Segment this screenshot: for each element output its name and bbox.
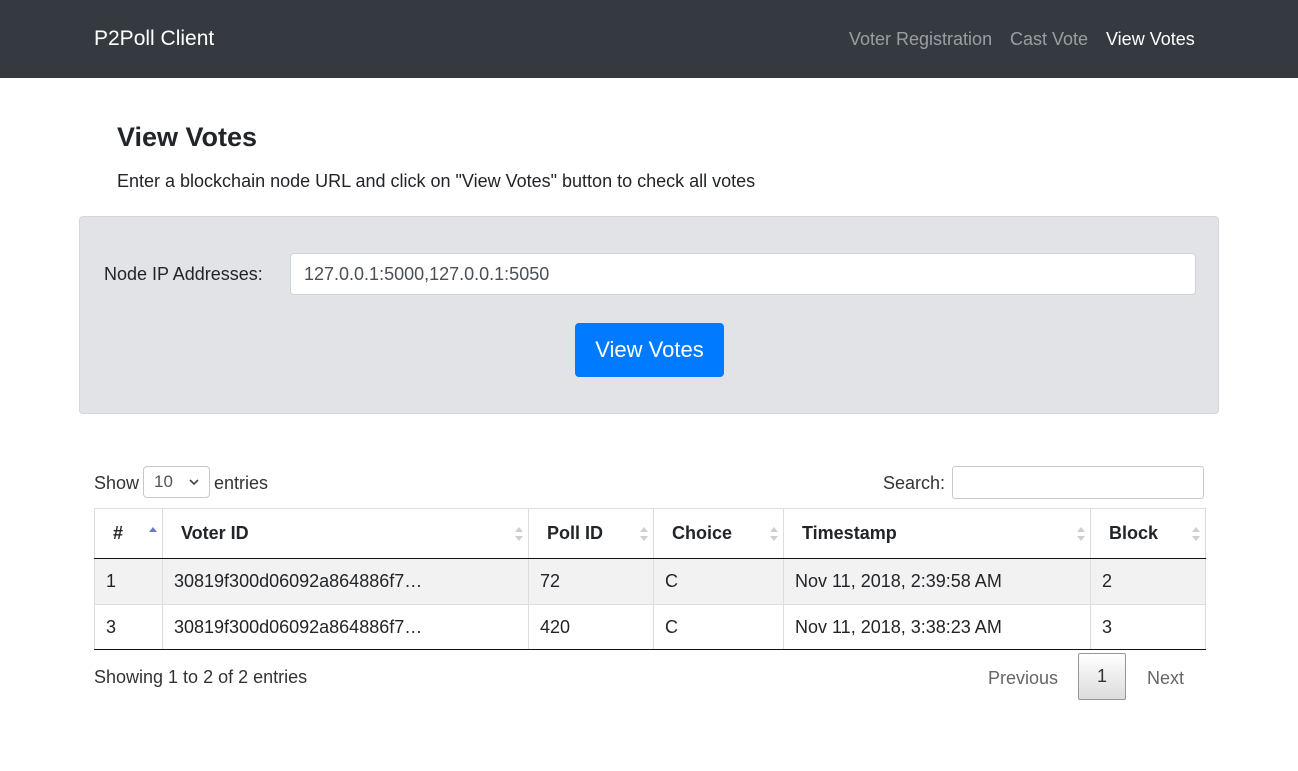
cell-number: 1 [94, 558, 163, 605]
page-intro-text: Enter a blockchain node URL and click on… [117, 171, 756, 191]
page-length-show-label: Show [94, 473, 140, 493]
cell-block: 3 [1090, 604, 1206, 650]
sort-both-icon [1077, 527, 1085, 541]
sort-both-icon [640, 527, 648, 541]
nav-link-view-votes[interactable]: View Votes [1106, 28, 1195, 50]
node-ip-input[interactable] [290, 253, 1196, 295]
cell-choice: C [653, 558, 784, 605]
search-label: Search: [883, 473, 946, 493]
page-length-select[interactable]: 10 [143, 466, 210, 498]
cell-choice: C [653, 604, 784, 650]
view-votes-button[interactable]: View Votes [575, 323, 724, 377]
table-header-row: # Voter ID Poll ID Choice Timestamp Bloc… [94, 508, 1206, 559]
sort-both-icon [770, 527, 778, 541]
pagination-page-1-button[interactable]: 1 [1078, 653, 1126, 700]
table-row: 3 30819f300d06092a864886f7… 420 C Nov 11… [94, 604, 1206, 650]
column-header-label: Voter ID [181, 523, 249, 543]
pagination-next-button[interactable]: Next [1147, 667, 1184, 689]
cell-poll-id: 420 [528, 604, 654, 650]
cell-timestamp: Nov 11, 2018, 3:38:23 AM [783, 604, 1091, 650]
cell-voter-id: 30819f300d06092a864886f7… [162, 604, 529, 650]
nav-link-cast-vote[interactable]: Cast Vote [1010, 28, 1088, 50]
page-title: View Votes [117, 122, 258, 152]
cell-voter-id: 30819f300d06092a864886f7… [162, 558, 529, 605]
search-input[interactable] [952, 466, 1204, 499]
chevron-down-icon [189, 479, 199, 486]
cell-timestamp: Nov 11, 2018, 2:39:58 AM [783, 558, 1091, 605]
nav-link-voter-registration[interactable]: Voter Registration [849, 28, 992, 50]
cell-poll-id: 72 [528, 558, 654, 605]
column-header-timestamp[interactable]: Timestamp [783, 508, 1091, 559]
column-header-block[interactable]: Block [1090, 508, 1206, 559]
table-info-text: Showing 1 to 2 of 2 entries [94, 667, 308, 687]
sort-both-icon [515, 527, 523, 541]
column-header-label: Poll ID [547, 523, 604, 543]
column-header-voter-id[interactable]: Voter ID [162, 508, 529, 559]
column-header-label: Block [1109, 523, 1159, 543]
sort-both-icon [1192, 527, 1200, 541]
column-header-label: Timestamp [802, 523, 897, 543]
pagination-previous-button[interactable]: Previous [988, 667, 1058, 689]
sort-ascending-icon [149, 527, 157, 532]
page-length-value: 10 [154, 472, 173, 491]
table-row: 1 30819f300d06092a864886f7… 72 C Nov 11,… [94, 558, 1206, 605]
page-length-entries-label: entries [214, 473, 269, 493]
cell-block: 2 [1090, 558, 1206, 605]
column-header-number[interactable]: # [94, 508, 163, 559]
node-ip-label: Node IP Addresses: [104, 264, 263, 284]
column-header-poll-id[interactable]: Poll ID [528, 508, 654, 559]
node-form-panel [79, 216, 1219, 414]
navbar: P2Poll Client Voter Registration Cast Vo… [0, 0, 1298, 78]
cell-number: 3 [94, 604, 163, 650]
brand-logo-text[interactable]: P2Poll Client [94, 25, 214, 53]
votes-table: # Voter ID Poll ID Choice Timestamp Bloc… [94, 508, 1206, 650]
column-header-choice[interactable]: Choice [653, 508, 784, 559]
column-header-label: Choice [672, 523, 733, 543]
